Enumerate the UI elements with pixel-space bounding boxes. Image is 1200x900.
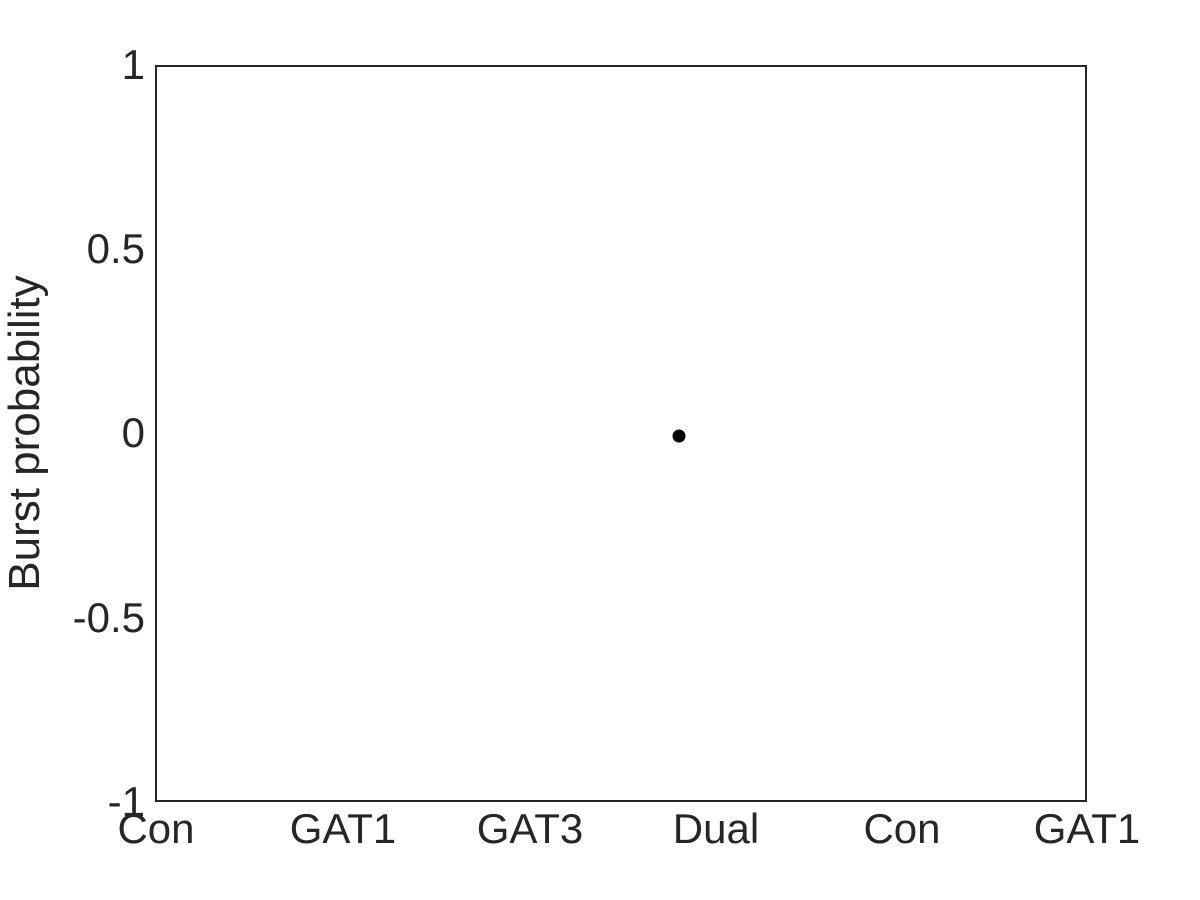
x-tick-label-6: GAT1: [1033, 805, 1141, 852]
data-point: [672, 429, 686, 442]
y-tick-label-0: 0: [121, 409, 145, 456]
y-axis-label: Burst probability: [0, 275, 49, 591]
x-tick-label-5: Con: [863, 805, 941, 852]
x-tick-label-1: Con: [117, 805, 195, 852]
figure-canvas: Burst probability 1 0.5 0 -0.5 -1 Con GA…: [0, 0, 1200, 900]
x-tick-label-2: GAT1: [289, 805, 397, 852]
x-tick-label-4: Dual: [672, 805, 760, 852]
data-layer: [157, 67, 1089, 804]
y-tick-label-0.5: 0.5: [86, 225, 145, 272]
y-tick-label-neg0.5: -0.5: [72, 594, 145, 641]
plot-area: [155, 65, 1087, 802]
y-tick-label-1: 1: [121, 41, 145, 88]
x-tick-label-3: GAT3: [476, 805, 584, 852]
